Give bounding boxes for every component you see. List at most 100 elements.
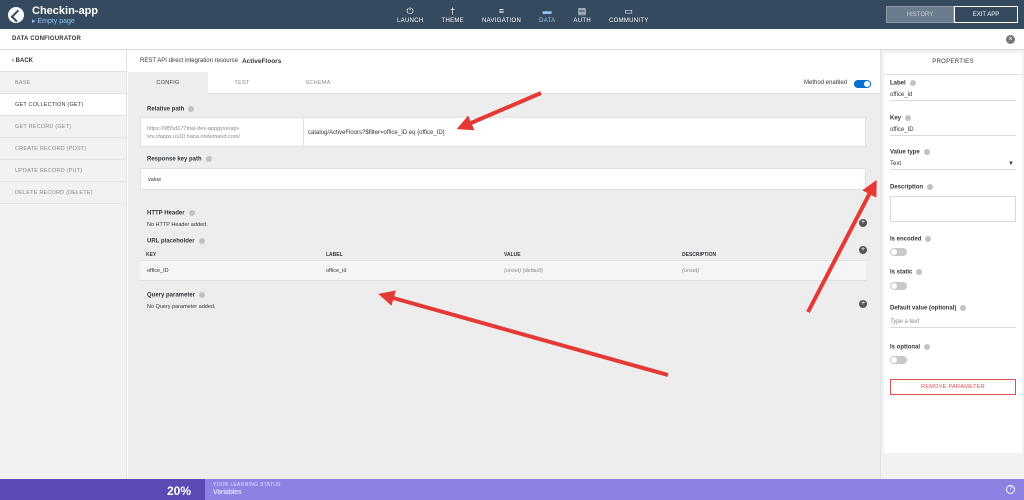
nav-navigation[interactable]: ≡ NAVIGATION [473, 0, 530, 29]
value-type-selected: Text [890, 161, 902, 167]
learning-status-track [205, 479, 1024, 500]
key-field-label: Key [890, 115, 912, 122]
tab-test[interactable]: TEST [202, 72, 282, 94]
sidebar-item-get-collection[interactable]: GET COLLECTION (GET) [0, 94, 126, 116]
nav-launch[interactable]: ⏻ LAUNCH [388, 0, 432, 29]
chevron-down-icon: ▼ [1008, 161, 1014, 167]
resource-header: REST API direct integration resource Act… [128, 50, 880, 72]
properties-title: PROPERTIES [932, 59, 974, 65]
is-static-label: Is static [890, 269, 923, 276]
response-key-path-label: Response key path [147, 156, 212, 163]
value-type-text: Value type [890, 149, 920, 156]
add-http-header-button[interactable]: + [859, 219, 867, 227]
info-icon[interactable] [923, 149, 930, 155]
info-icon[interactable] [960, 305, 967, 311]
sidebar-item-create-record[interactable]: CREATE RECORD (POST) [0, 138, 126, 160]
config-panel: REST API direct integration resource Act… [128, 50, 880, 479]
column-value: VALUE [504, 252, 521, 258]
is-encoded-toggle[interactable] [890, 248, 907, 256]
label-text: Label [890, 80, 906, 87]
close-icon[interactable]: × [1006, 35, 1015, 44]
default-value-text: Default value (optional) [890, 305, 957, 312]
is-static-toggle[interactable] [890, 282, 907, 290]
properties-card: PROPERTIES Label office_id Key office_ID… [884, 53, 1022, 453]
relative-path-label: Relative path [147, 106, 195, 113]
appgyver-logo-icon [8, 7, 24, 23]
sidebar-item-update-record[interactable]: UPDATE RECORD (PUT) [0, 160, 126, 182]
query-parameter-empty: No Query parameter added. [147, 304, 216, 310]
column-label: LABEL [326, 252, 343, 258]
http-header-label: HTTP Header [147, 210, 195, 217]
info-icon[interactable] [205, 156, 212, 162]
relative-path-text: Relative path [147, 106, 185, 113]
description-text: Description [890, 184, 924, 191]
query-parameter-label: Query parameter [147, 292, 206, 299]
tab-schema[interactable]: SCHEMA [278, 72, 358, 94]
row-value: (unset) (default) [504, 268, 543, 274]
nav-data[interactable]: ▬ DATA [530, 0, 564, 29]
nav-label: NAVIGATION [481, 17, 522, 24]
response-key-path-field[interactable]: value [140, 168, 866, 190]
remove-parameter-button[interactable]: REMOVE PARAMETER [890, 379, 1016, 395]
back-button[interactable]: ‹ BACK [0, 50, 126, 72]
info-icon[interactable] [927, 184, 934, 190]
launch-icon: ⏻ [406, 5, 414, 16]
label-field-label: Label [890, 80, 916, 87]
history-button[interactable]: HISTORY [886, 6, 954, 23]
info-icon[interactable] [905, 115, 912, 121]
auth-icon: ▤ [577, 5, 587, 16]
nav-label: DATA [539, 17, 556, 24]
configurator-header: DATA CONFIGURATOR [0, 29, 1024, 50]
default-value-label: Default value (optional) [890, 305, 967, 312]
info-icon[interactable] [188, 210, 195, 216]
key-input[interactable]: office_ID [890, 127, 1016, 136]
query-parameter-text: Query parameter [147, 292, 196, 299]
description-input[interactable] [890, 196, 1016, 222]
url-placeholder-label: URL placeholder [147, 238, 205, 245]
is-optional-toggle[interactable] [890, 356, 907, 364]
key-text: Key [890, 115, 902, 122]
info-icon[interactable] [198, 238, 205, 244]
add-url-placeholder-button[interactable]: + [859, 246, 867, 254]
info-icon[interactable] [909, 80, 916, 86]
info-icon[interactable] [925, 236, 932, 242]
label-input[interactable]: office_id [890, 92, 1016, 101]
nav-theme[interactable]: † THEME [432, 0, 473, 29]
nav-community[interactable]: ▭ COMMUNITY [600, 0, 658, 29]
properties-panel: PROPERTIES Label office_id Key office_ID… [880, 50, 1024, 479]
nav-label: LAUNCH [397, 17, 424, 24]
community-icon: ▭ [624, 5, 634, 16]
value-type-select[interactable]: Text ▼ [890, 161, 1016, 170]
info-icon[interactable] [199, 292, 206, 298]
tab-bar: CONFIG TEST SCHEMA Method enabled [128, 72, 880, 94]
table-row[interactable]: office_ID office_id (unset) (default) (u… [140, 260, 866, 281]
is-encoded-text: Is encoded [890, 236, 922, 243]
info-icon[interactable] [924, 344, 930, 350]
description-label: Description [890, 184, 934, 191]
column-key: KEY [146, 252, 157, 258]
row-description: (unset) [682, 268, 700, 274]
resource-name: ActiveFloors [241, 57, 282, 65]
info-icon[interactable] [916, 269, 923, 275]
info-icon[interactable] [188, 106, 195, 112]
learning-status-label: YOUR LEARNING STATUS [213, 482, 281, 488]
sidebar-item-delete-record[interactable]: DELETE RECORD (DELETE) [0, 182, 126, 204]
nav-auth[interactable]: ▤ AUTH [564, 0, 600, 29]
response-key-path-text: Response key path [147, 156, 202, 163]
data-icon: ▬ [542, 5, 552, 16]
page-selector[interactable]: ▸ Empty page [32, 17, 75, 25]
exit-app-button[interactable]: EXIT APP [954, 6, 1018, 23]
is-optional-label: Is optional [890, 344, 930, 351]
tab-config[interactable]: CONFIG [128, 72, 208, 94]
help-icon[interactable]: ? [1006, 485, 1015, 494]
page-title: DATA CONFIGURATOR [12, 36, 82, 42]
default-value-input[interactable]: Type a text [890, 319, 1016, 328]
method-enabled-toggle[interactable] [854, 80, 871, 88]
add-query-parameter-button[interactable]: + [859, 300, 867, 308]
learning-status-value: Variables [213, 489, 242, 496]
relative-path-input[interactable]: catalog/ActiveFloors?$filter=office_ID e… [308, 130, 445, 136]
is-static-text: Is static [890, 269, 913, 276]
response-key-path-input[interactable]: value [148, 177, 161, 183]
sidebar-item-get-record[interactable]: GET RECORD (GET) [0, 116, 126, 138]
sidebar-item-base[interactable]: BASE [0, 72, 126, 94]
